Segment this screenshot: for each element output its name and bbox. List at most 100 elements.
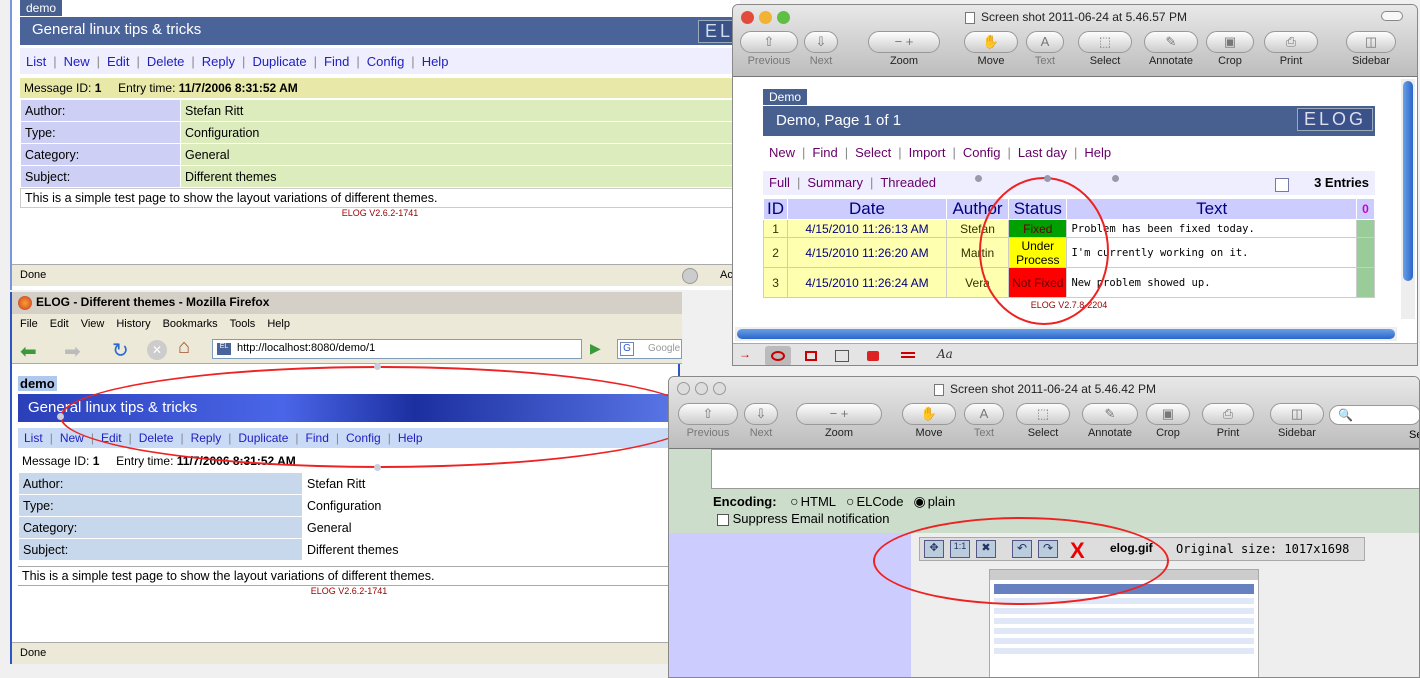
entry-id[interactable]: 2 bbox=[762, 237, 789, 268]
toolbar-annotate-button[interactable]: ✎ Annotate bbox=[1141, 31, 1201, 67]
toolbar-print-button[interactable]: ⎙ Print bbox=[1199, 403, 1257, 439]
menubar-help[interactable]: Help bbox=[267, 318, 290, 330]
scroll-thumb[interactable] bbox=[1403, 81, 1413, 281]
toolbar-next-button[interactable]: ⇩ Next bbox=[741, 403, 781, 439]
stop-icon[interactable]: ✕ bbox=[147, 340, 167, 360]
toolbar-move-button[interactable]: ✋ Move bbox=[961, 31, 1021, 67]
menu-item-edit[interactable]: Edit bbox=[107, 54, 129, 69]
toolbar-annotate-button[interactable]: ✎ Annotate bbox=[1079, 403, 1141, 439]
menu-item-find[interactable]: Find bbox=[812, 145, 837, 160]
reload-icon[interactable]: ↻ bbox=[112, 338, 129, 363]
demo-tab[interactable]: demo bbox=[18, 376, 57, 391]
color-tool-icon[interactable] bbox=[867, 351, 879, 361]
toolbar-select-icon: ⬚ bbox=[1078, 31, 1132, 53]
toolbar-print-icon: ⎙ bbox=[1264, 31, 1318, 53]
image-tool-icon[interactable] bbox=[835, 350, 849, 362]
attribute-name: Type: bbox=[20, 121, 181, 144]
toolbar-text-button[interactable]: A Text bbox=[1023, 31, 1067, 67]
suppress-checkbox[interactable] bbox=[717, 513, 729, 526]
toolbar-text-button[interactable]: A Text bbox=[961, 403, 1007, 439]
vertical-scrollbar[interactable] bbox=[1401, 79, 1415, 319]
menu-item-help[interactable]: Help bbox=[422, 54, 449, 69]
arrow-tool-icon[interactable]: → bbox=[739, 347, 751, 361]
menu-item-config[interactable]: Config bbox=[367, 54, 405, 69]
toolbar-sidebar-label: Sidebar bbox=[1352, 55, 1390, 67]
menu-item-duplicate[interactable]: Duplicate bbox=[252, 54, 306, 69]
menu-item-reply[interactable]: Reply bbox=[202, 54, 235, 69]
attribute-name: Subject: bbox=[20, 165, 181, 188]
menu-separator: | bbox=[844, 145, 849, 160]
home-icon[interactable]: ⌂ bbox=[178, 336, 190, 359]
rss-icon[interactable] bbox=[1275, 178, 1289, 192]
menubar-bookmarks[interactable]: Bookmarks bbox=[163, 318, 218, 330]
text-area[interactable] bbox=[711, 449, 1419, 489]
entry-date[interactable]: 4/15/2010 11:26:24 AM bbox=[787, 267, 947, 298]
toolbar-sidebar-button[interactable]: ◫ Sidebar bbox=[1267, 403, 1327, 439]
toolbar-print-button[interactable]: ⎙ Print bbox=[1261, 31, 1321, 67]
horizontal-scrollbar[interactable] bbox=[735, 327, 1397, 341]
encoding-radio-html[interactable]: ○ bbox=[790, 493, 798, 509]
page-title: General linux tips & tricks bbox=[32, 21, 202, 38]
entry-date[interactable]: 4/15/2010 11:26:20 AM bbox=[787, 237, 947, 268]
rectangle-tool-icon[interactable] bbox=[805, 351, 817, 361]
search-field[interactable]: 🔍 bbox=[1329, 405, 1419, 425]
menubar-tools[interactable]: Tools bbox=[230, 318, 256, 330]
go-icon[interactable]: ▶ bbox=[590, 340, 601, 357]
toolbar-move-button[interactable]: ✋ Move bbox=[899, 403, 959, 439]
toolbar-crop-button[interactable]: ▣ Crop bbox=[1203, 31, 1257, 67]
menu-item-list[interactable]: List bbox=[26, 54, 46, 69]
menu-item-summary[interactable]: Summary bbox=[807, 175, 863, 190]
menubar-view[interactable]: View bbox=[81, 318, 105, 330]
demo-tab[interactable]: demo bbox=[20, 0, 63, 16]
firefox-status-bar: Done bbox=[12, 642, 682, 664]
back-arrow-icon[interactable]: ⬅ bbox=[20, 339, 37, 364]
menu-item-threaded[interactable]: Threaded bbox=[880, 175, 936, 190]
menubar-history[interactable]: History bbox=[116, 318, 150, 330]
oval-tool-icon[interactable] bbox=[765, 346, 791, 365]
menu-item-full[interactable]: Full bbox=[769, 175, 790, 190]
entry-id[interactable]: 3 bbox=[762, 267, 789, 298]
toolbar-crop-button[interactable]: ▣ Crop bbox=[1143, 403, 1193, 439]
toolbar-select-button[interactable]: ⬚ Select bbox=[1013, 403, 1073, 439]
toolbar-next-button[interactable]: ⇩ Next bbox=[801, 31, 841, 67]
encoding-radio-elcode[interactable]: ○ bbox=[846, 493, 854, 509]
toolbar-toggle[interactable] bbox=[1381, 11, 1403, 21]
menu-item-select[interactable]: Select bbox=[855, 145, 891, 160]
scroll-thumb[interactable] bbox=[737, 329, 1395, 339]
menu-item-config[interactable]: Config bbox=[963, 145, 1001, 160]
column-header[interactable]: ID bbox=[762, 198, 789, 220]
firefox-menubar: File Edit View History Bookmarks Tools Help bbox=[12, 314, 682, 334]
menu-item-import[interactable]: Import bbox=[909, 145, 946, 160]
menu-item-list[interactable]: List bbox=[24, 431, 43, 445]
annotation-ellipse bbox=[60, 366, 700, 468]
toolbar-previous-button[interactable]: ⇧ Previous bbox=[675, 403, 741, 439]
menu-item-delete[interactable]: Delete bbox=[147, 54, 185, 69]
toolbar-sidebar-button[interactable]: ◫ Sidebar bbox=[1343, 31, 1399, 67]
forward-arrow-icon[interactable]: ➡ bbox=[64, 339, 81, 364]
entry-id[interactable]: 1 bbox=[762, 219, 789, 238]
menu-item-new[interactable]: New bbox=[769, 145, 795, 160]
toolbar-select-button[interactable]: ⬚ Select bbox=[1075, 31, 1135, 67]
line-width-icon[interactable] bbox=[901, 352, 915, 358]
menu-item-new[interactable]: New bbox=[64, 54, 90, 69]
menu-item-find[interactable]: Find bbox=[324, 54, 349, 69]
search-input[interactable]: G Google bbox=[617, 339, 682, 359]
menubar-file[interactable]: File bbox=[20, 318, 38, 330]
column-header[interactable]: Date bbox=[787, 198, 947, 220]
column-header[interactable]: Text bbox=[1066, 198, 1357, 220]
toolbar-previous-button[interactable]: ⇧ Previous bbox=[737, 31, 801, 67]
menu-item-last-day[interactable]: Last day bbox=[1018, 145, 1067, 160]
menubar-edit[interactable]: Edit bbox=[50, 318, 69, 330]
menu-item-help[interactable]: Help bbox=[1084, 145, 1111, 160]
toolbar-zoom-button[interactable]: − + Zoom bbox=[865, 31, 943, 67]
toolbar-text-label: Text bbox=[1034, 55, 1056, 67]
encoding-radio-plain[interactable]: ◉ bbox=[913, 493, 925, 509]
entry-date[interactable]: 4/15/2010 11:26:13 AM bbox=[787, 219, 947, 238]
toolbar-zoom-button[interactable]: − + Zoom bbox=[793, 403, 885, 439]
attribute-value: Configuration bbox=[302, 494, 680, 517]
entry-text: New problem showed up. bbox=[1066, 267, 1357, 298]
demo-tab[interactable]: Demo bbox=[763, 89, 808, 105]
font-tool-icon[interactable]: Aa bbox=[937, 347, 953, 361]
url-bar[interactable]: EL http://localhost:8080/demo/1 bbox=[212, 339, 582, 359]
message-header: Message ID: 1 Entry time: 11/7/2006 8:31… bbox=[20, 78, 740, 98]
